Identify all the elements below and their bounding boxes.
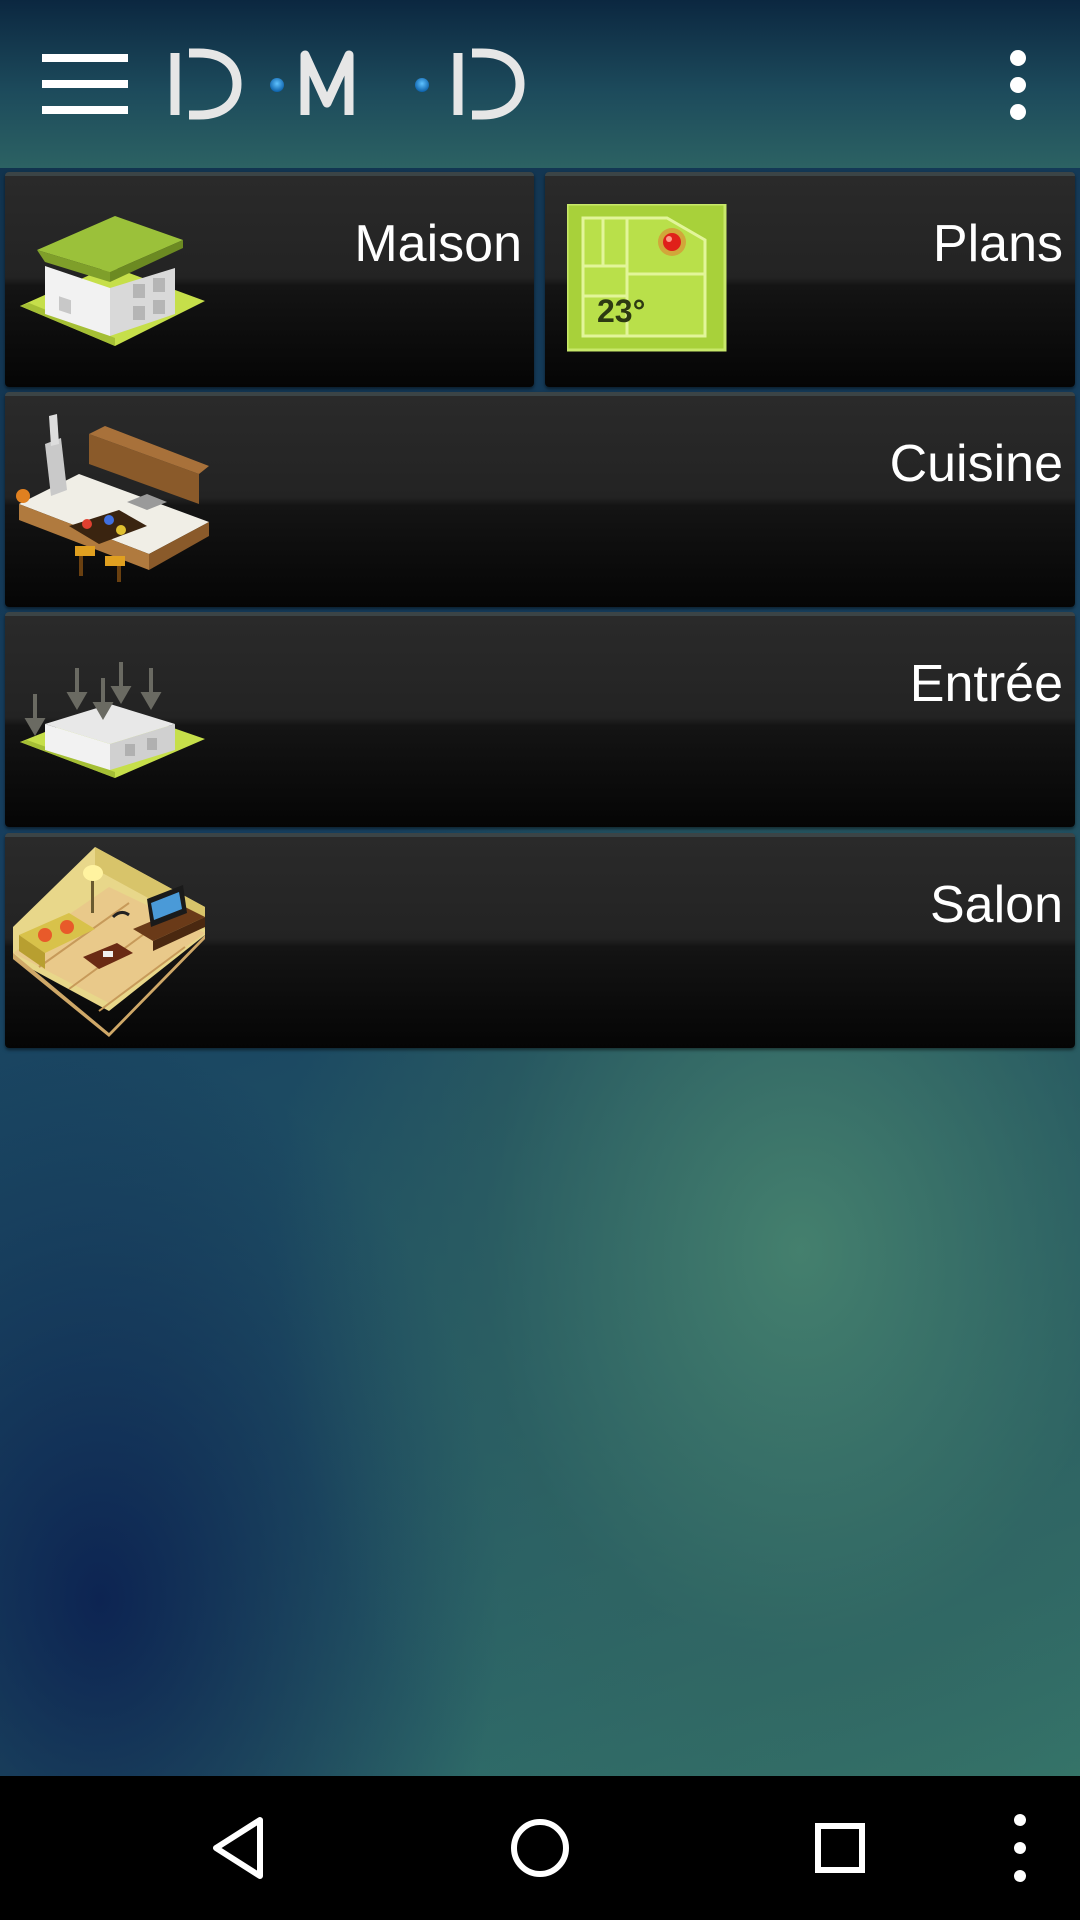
- nav-recents-button[interactable]: [790, 1798, 890, 1898]
- tile-plans[interactable]: 23° Plans: [545, 172, 1075, 387]
- tile-label: Plans: [932, 215, 1063, 273]
- nav-more-button[interactable]: [970, 1798, 1070, 1898]
- tile-label: Entrée: [909, 655, 1063, 713]
- app-logo: [165, 45, 535, 125]
- tile-label: Cuisine: [889, 435, 1063, 493]
- tile-maison[interactable]: Maison: [5, 172, 534, 387]
- hamburger-menu-icon: [42, 54, 128, 114]
- floor-plan-icon: 23°: [565, 202, 727, 357]
- overflow-menu-button[interactable]: [980, 40, 1060, 130]
- nav-back-button[interactable]: [190, 1798, 290, 1898]
- tile-cuisine[interactable]: Cuisine: [5, 392, 1075, 607]
- entrance-icon: [15, 654, 205, 789]
- tile-entree[interactable]: Entrée: [5, 612, 1075, 827]
- living-room-icon: [9, 843, 209, 1043]
- house-icon: [15, 206, 205, 351]
- tile-label: Maison: [354, 215, 522, 273]
- nav-home-button[interactable]: [490, 1798, 590, 1898]
- kitchen-icon: [9, 414, 209, 589]
- more-vert-icon: [1014, 1814, 1026, 1882]
- home-circle-icon: [511, 1819, 569, 1877]
- tile-salon[interactable]: Salon: [5, 833, 1075, 1048]
- back-triangle-icon: [213, 1817, 263, 1879]
- system-nav-bar: [0, 1776, 1080, 1920]
- app-bar: [0, 0, 1080, 168]
- recents-square-icon: [815, 1823, 865, 1873]
- menu-button[interactable]: [30, 40, 140, 130]
- more-vert-icon: [1010, 50, 1026, 120]
- plan-temperature: 23°: [597, 293, 645, 329]
- tile-label: Salon: [930, 876, 1063, 934]
